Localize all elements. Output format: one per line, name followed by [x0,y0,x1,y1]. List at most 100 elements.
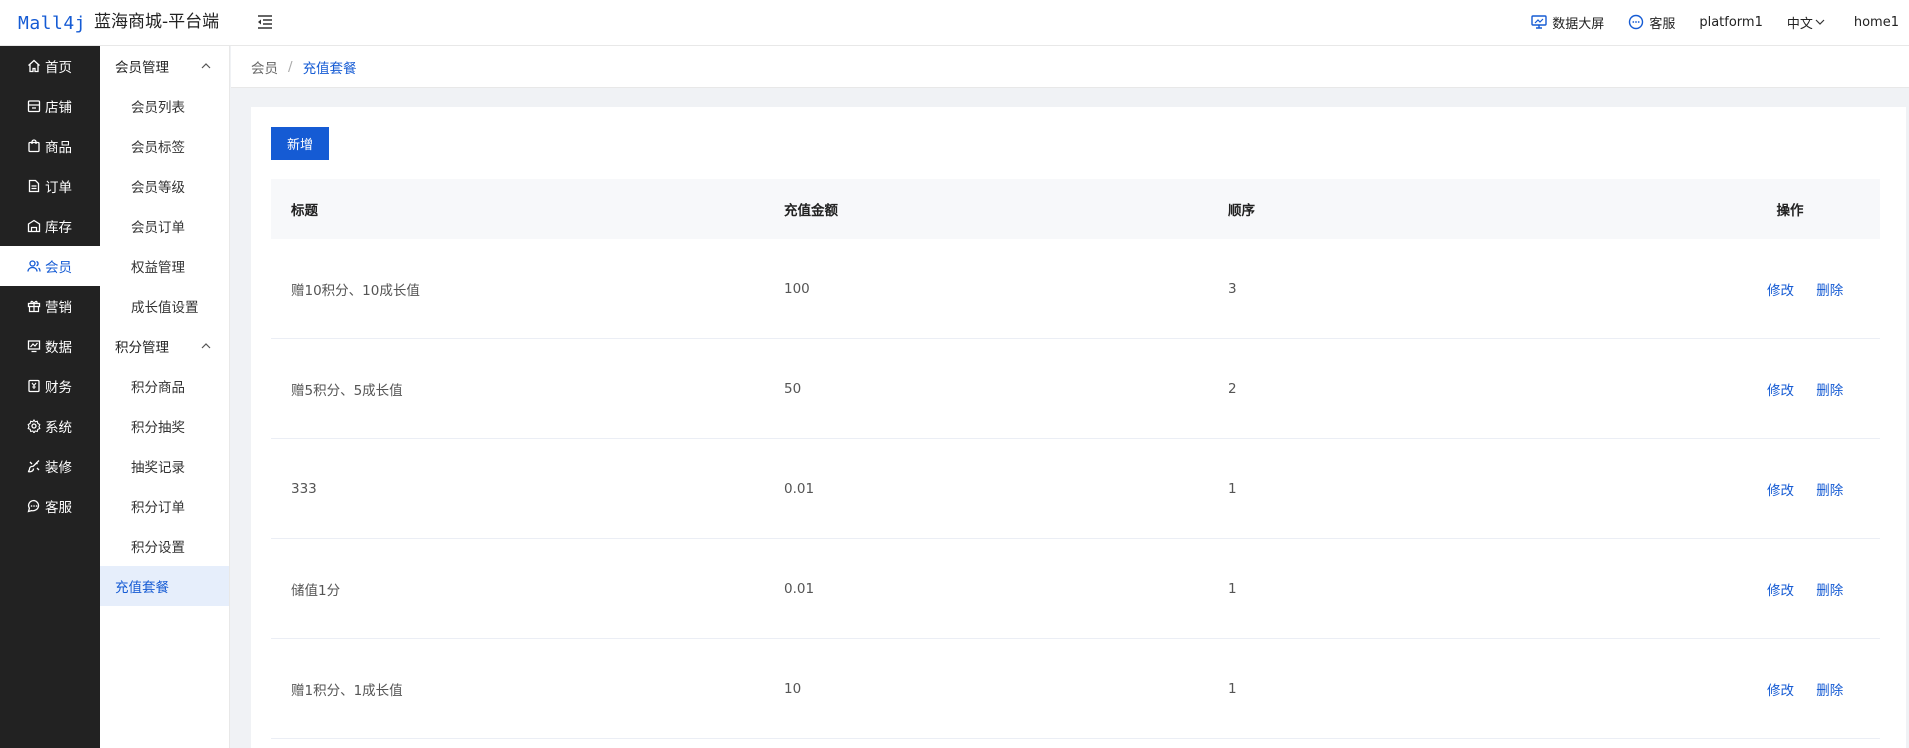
cell-title: 储值1分 [291,582,341,599]
chevron-down-icon [1815,19,1825,25]
sidebar-item-finance[interactable]: 财务 [0,366,100,406]
secondary-sidebar: 会员管理 会员列表 会员标签 会员等级 会员订单 权益管理 成长值设置 积分管理… [100,46,230,748]
sidebar-item-label: 财务 [45,380,72,396]
warehouse-icon [27,219,41,233]
service-label: 客服 [1649,16,1676,32]
header-actions: 数据大屏 客服 platform1 中文 home1 [1507,0,1899,44]
submenu-item-member-orders[interactable]: 会员订单 [100,206,229,246]
app-title: 蓝海商城-平台端 [94,12,220,32]
sidebar-item-system[interactable]: 系统 [0,406,100,446]
finance-icon [28,379,40,393]
chat-icon [27,499,40,513]
chevron-up-icon [201,63,211,69]
store-icon [27,100,41,113]
logo[interactable]: Mall4j [18,8,86,38]
sidebar-item-data[interactable]: 数据 [0,326,100,366]
sidebar-item-label: 会员 [45,260,72,276]
sidebar-item-label: 装修 [45,460,72,476]
delete-link[interactable]: 删除 [1816,483,1843,499]
cell-amount: 0.01 [784,480,815,497]
sidebar-item-label: 系统 [45,420,72,436]
sidebar-item-home[interactable]: 首页 [0,46,100,86]
sidebar-item-label: 店铺 [45,100,72,116]
home-link[interactable]: home1 [1854,15,1899,30]
table-row: 赠1积分、1成长值 10 1 修改 删除 [271,639,1880,739]
sidebar-item-orders[interactable]: 订单 [0,166,100,206]
sidebar-item-label: 库存 [45,220,72,236]
cell-actions: 修改 删除 [1700,479,1880,499]
logo-text: Mall4j [18,12,87,34]
cell-actions: 修改 删除 [1700,679,1880,699]
menu-collapse-button[interactable] [254,11,276,33]
service-button[interactable]: 客服 [1628,13,1675,32]
top-header: Mall4j 蓝海商城-平台端 数据大屏 客服 platform1 中文 hom… [0,0,1909,46]
sidebar-item-store[interactable]: 店铺 [0,86,100,126]
cell-amount: 50 [784,380,802,397]
sidebar-item-label: 订单 [45,180,72,196]
submenu-group-points-management[interactable]: 积分管理 [100,326,229,366]
sidebar-item-service[interactable]: 客服 [0,486,100,526]
cell-order: 1 [1228,680,1237,697]
edit-link[interactable]: 修改 [1767,683,1794,699]
sidebar-item-products[interactable]: 商品 [0,126,100,166]
sidebar-item-label: 首页 [45,60,72,76]
submenu-item-points-orders[interactable]: 积分订单 [100,486,229,526]
edit-link[interactable]: 修改 [1767,383,1794,399]
delete-link[interactable]: 删除 [1816,283,1843,299]
cell-actions: 修改 删除 [1700,279,1880,299]
language-label: 中文 [1786,16,1813,32]
submenu-item-member-tags[interactable]: 会员标签 [100,126,229,166]
sidebar-item-label: 客服 [45,500,72,516]
gift-icon [27,300,41,313]
cell-order: 1 [1228,480,1237,497]
cell-title: 赠10积分、10成长值 [291,282,420,299]
submenu-item-lottery-records[interactable]: 抽奖记录 [100,446,229,486]
username: platform1 [1699,14,1763,30]
recharge-package-table: 标题 充值金额 顺序 操作 赠10积分、10成长值 100 3 修改 删除 赠5… [271,179,1880,739]
submenu-item-points-lottery[interactable]: 积分抽奖 [100,406,229,446]
cell-title: 赠1积分、1成长值 [291,682,403,699]
sidebar-item-marketing[interactable]: 营销 [0,286,100,326]
breadcrumb-parent[interactable]: 会员 [251,57,278,77]
home-icon [28,59,40,73]
column-header-order: 顺序 [1228,203,1255,219]
delete-link[interactable]: 删除 [1816,383,1843,399]
breadcrumb-current: 充值套餐 [302,60,357,77]
user-menu[interactable]: platform1 [1699,15,1763,30]
edit-link[interactable]: 修改 [1767,583,1794,599]
cell-amount: 0.01 [784,580,815,597]
gear-icon [27,419,41,433]
cell-order: 3 [1228,280,1237,297]
table-header: 标题 充值金额 顺序 操作 [271,179,1880,239]
cell-order: 2 [1228,380,1237,397]
sidebar-item-inventory[interactable]: 库存 [0,206,100,246]
language-select[interactable]: 中文 [1787,13,1830,32]
table-row: 储值1分 0.01 1 修改 删除 [271,539,1880,639]
submenu-item-recharge-packages[interactable]: 充值套餐 [100,566,229,606]
bag-icon [28,139,40,153]
sidebar-item-label: 营销 [45,300,72,316]
delete-link[interactable]: 删除 [1816,683,1843,699]
submenu-group-label: 会员管理 [115,60,169,76]
cell-title: 333 [291,480,317,497]
column-header-title: 标题 [291,203,318,219]
data-screen-button[interactable]: 数据大屏 [1531,13,1604,32]
submenu-item-member-levels[interactable]: 会员等级 [100,166,229,206]
cell-title: 赠5积分、5成长值 [291,382,403,399]
sidebar-item-members[interactable]: 会员 [0,246,100,286]
submenu-group-member-management[interactable]: 会员管理 [100,46,229,86]
submenu-item-member-list[interactable]: 会员列表 [100,86,229,126]
delete-link[interactable]: 删除 [1816,583,1843,599]
monitor-icon [1531,15,1547,29]
edit-link[interactable]: 修改 [1767,483,1794,499]
submenu-item-points-products[interactable]: 积分商品 [100,366,229,406]
table-row: 333 0.01 1 修改 删除 [271,439,1880,539]
submenu-item-benefits[interactable]: 权益管理 [100,246,229,286]
edit-link[interactable]: 修改 [1767,283,1794,299]
submenu-item-growth-settings[interactable]: 成长值设置 [100,286,229,326]
cell-actions: 修改 删除 [1700,579,1880,599]
menu-fold-icon [258,15,272,29]
add-button[interactable]: 新增 [271,127,329,160]
sidebar-item-decoration[interactable]: 装修 [0,446,100,486]
submenu-item-points-settings[interactable]: 积分设置 [100,526,229,566]
